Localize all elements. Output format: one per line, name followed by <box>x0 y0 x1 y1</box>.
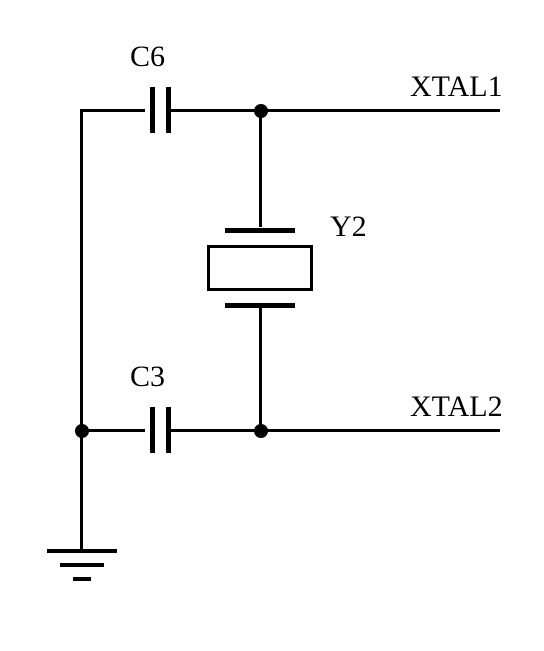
crystal-oscillator-schematic: C6 C3 Y2 XTAL1 XTAL2 <box>20 20 520 620</box>
label-y2: Y2 <box>330 210 367 244</box>
node-xtal1 <box>254 104 268 118</box>
label-xtal2: XTAL2 <box>410 390 503 424</box>
label-xtal1: XTAL1 <box>410 70 503 104</box>
node-xtal2 <box>254 424 268 438</box>
label-c3: C3 <box>130 360 165 394</box>
node-gnd-junction <box>75 424 89 438</box>
label-c6: C6 <box>130 40 165 74</box>
